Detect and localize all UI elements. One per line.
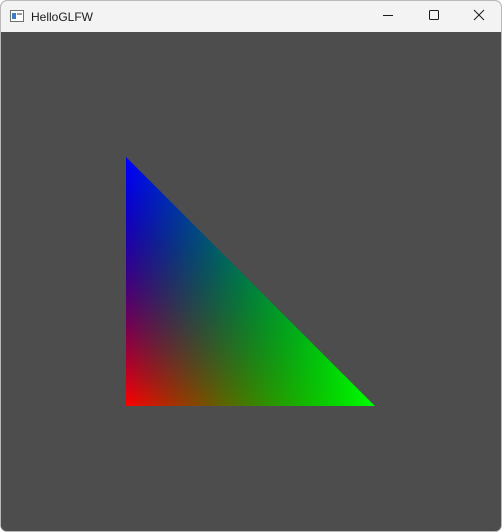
close-button[interactable] (456, 1, 501, 32)
close-icon (473, 9, 485, 24)
gl-viewport[interactable] (1, 32, 501, 531)
window-app-icon (10, 10, 24, 22)
maximize-icon (428, 9, 440, 24)
title-bar[interactable]: HelloGLFW (1, 1, 501, 32)
minimize-button[interactable] (365, 1, 411, 32)
window-title: HelloGLFW (31, 10, 94, 24)
gl-canvas (1, 32, 501, 531)
minimize-icon (382, 9, 394, 24)
maximize-button[interactable] (411, 1, 457, 32)
clear-background (1, 32, 501, 531)
app-window: HelloGLFW (0, 0, 502, 532)
